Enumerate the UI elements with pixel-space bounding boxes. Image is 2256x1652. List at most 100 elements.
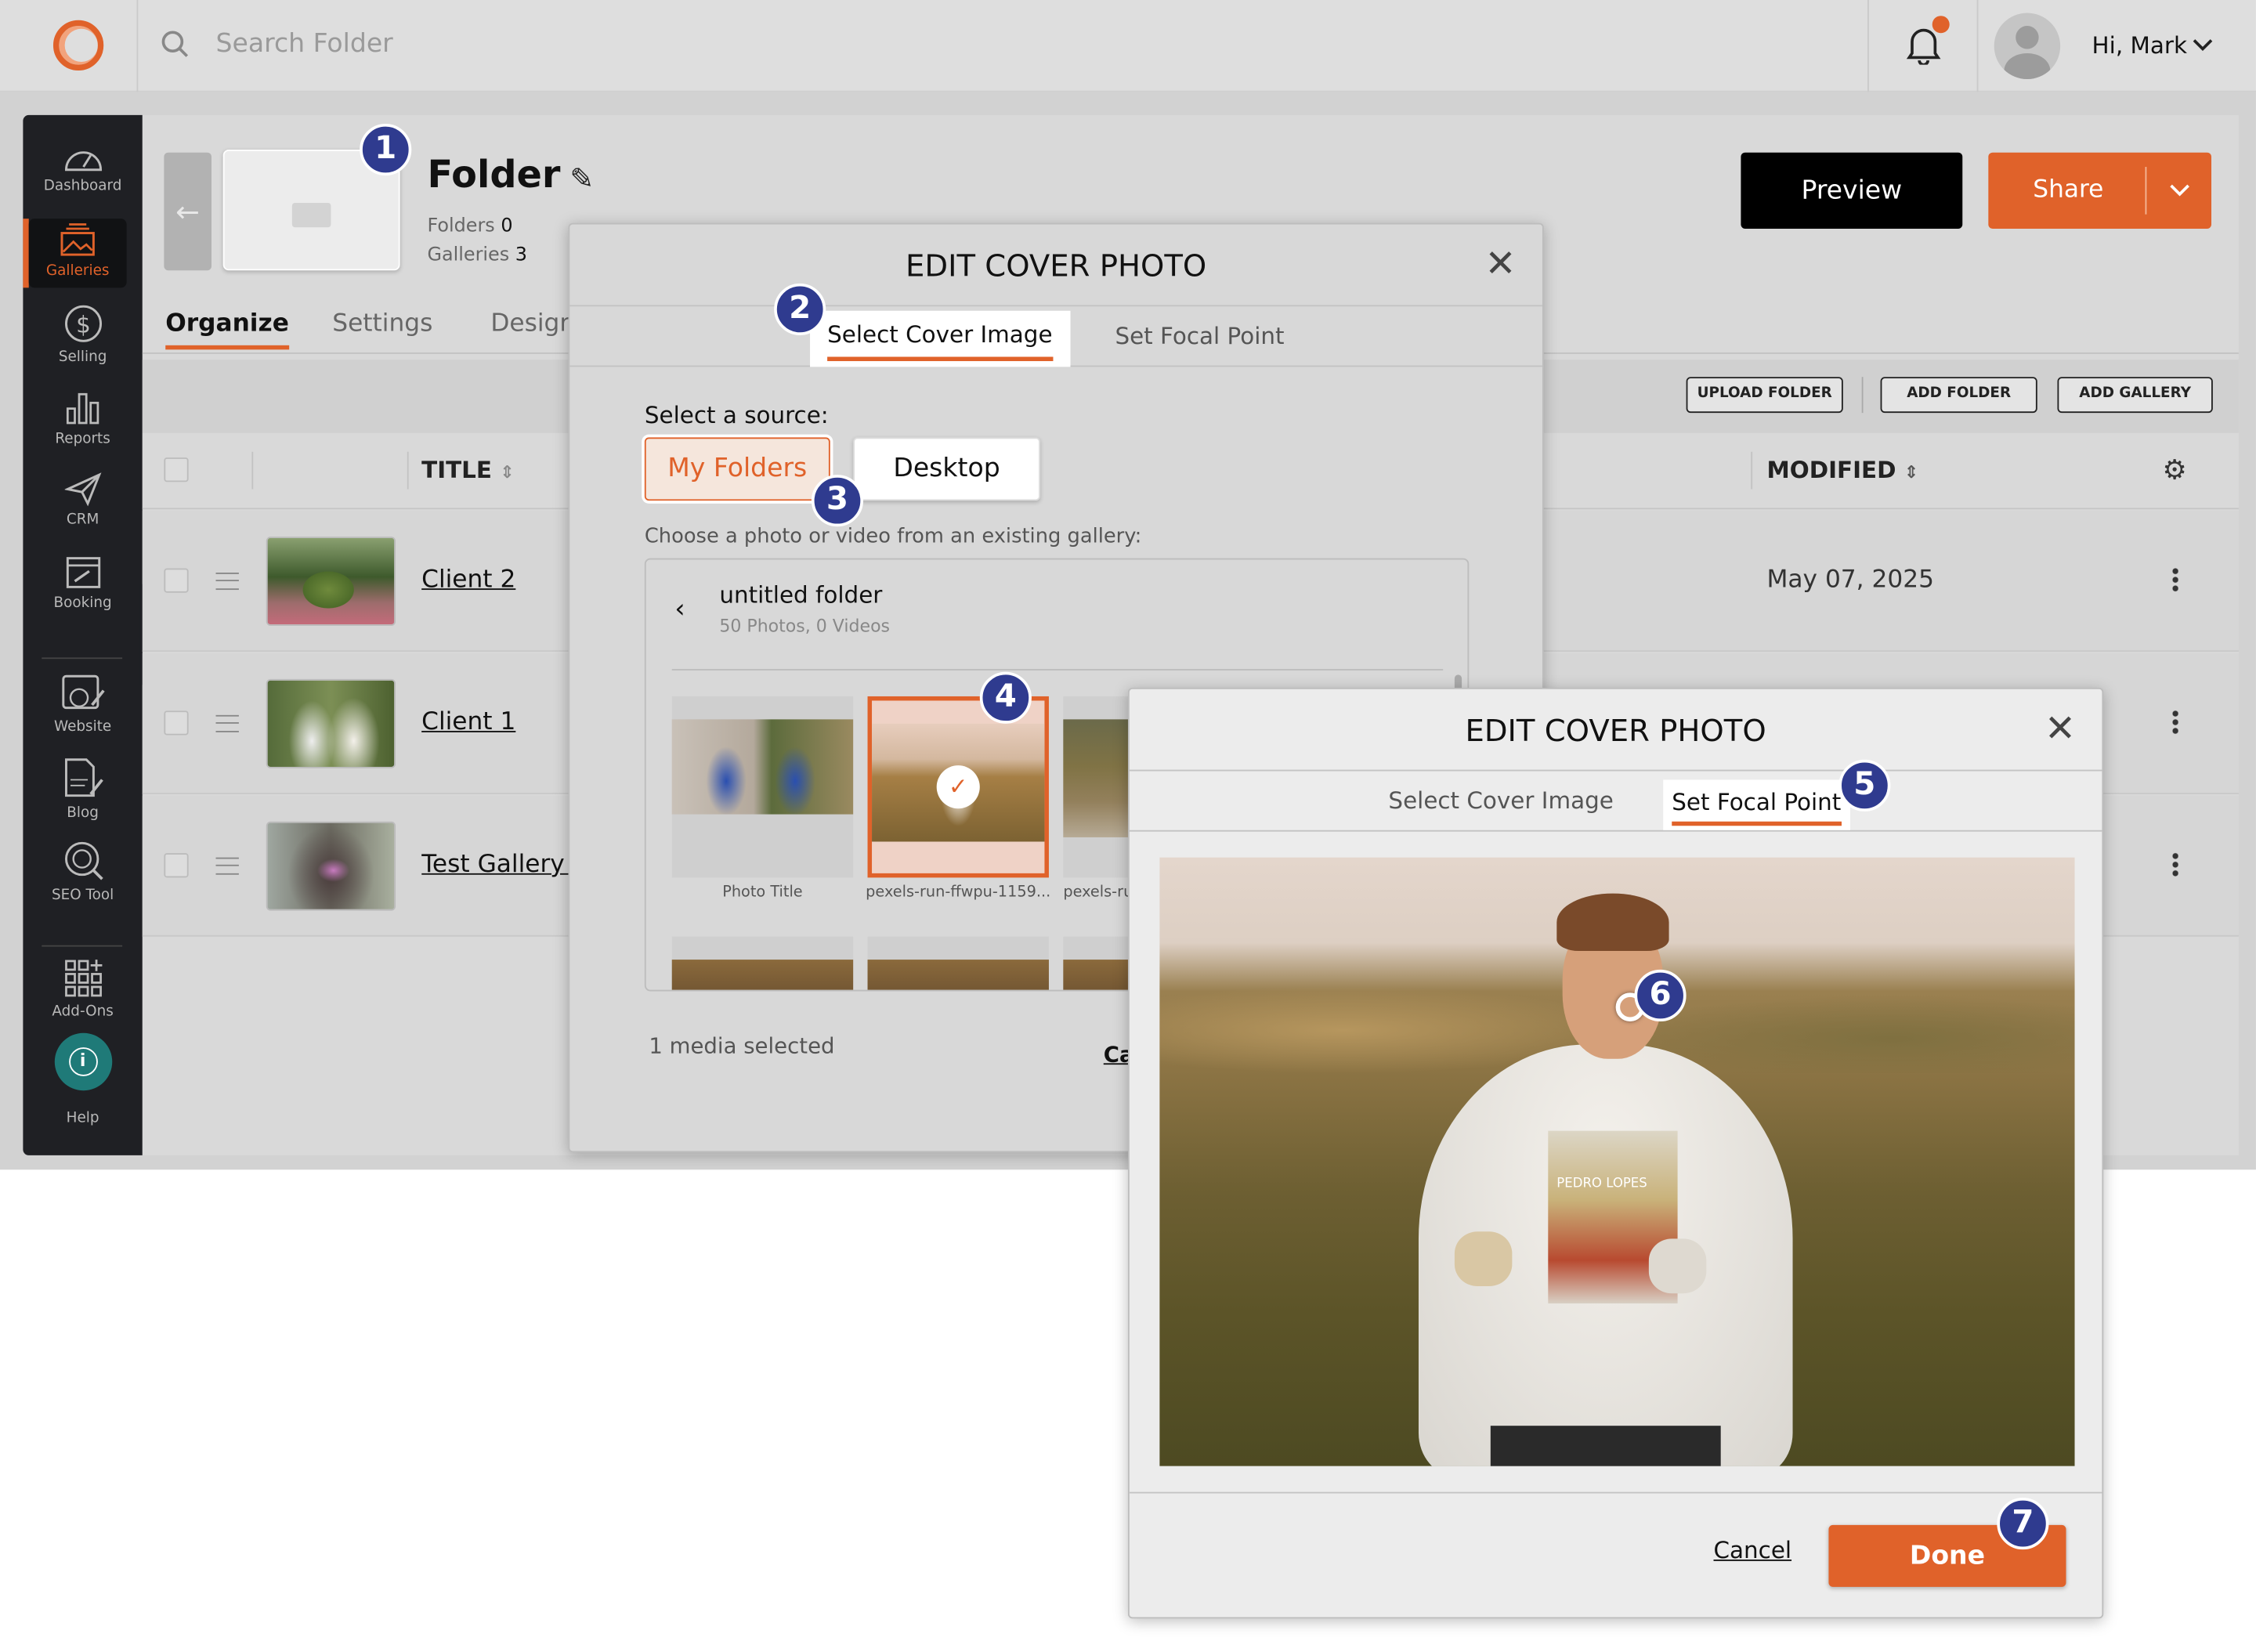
search-icon — [161, 31, 189, 57]
add-gallery-button[interactable]: ADD GALLERY — [2057, 377, 2213, 414]
sidebar: Dashboard Galleries $ Selling Reports CRM… — [23, 114, 143, 1155]
divider — [42, 657, 123, 660]
sidebar-label: SEO Tool — [51, 887, 114, 904]
drag-handle-icon[interactable] — [215, 714, 239, 732]
step-badge-4: 4 — [979, 671, 1032, 724]
galleries-count: Galleries 3 — [427, 244, 527, 266]
gallery-title-link[interactable]: Client 1 — [421, 708, 515, 737]
sidebar-item-booking[interactable]: Booking — [23, 552, 142, 612]
gear-icon[interactable]: ⚙ — [2163, 454, 2187, 486]
tab-settings[interactable]: Settings — [332, 309, 432, 338]
folders-count: Folders 0 — [427, 216, 512, 238]
media-selected-count: 1 media selected — [649, 1032, 835, 1059]
sidebar-label: Selling — [58, 349, 107, 366]
choose-label: Choose a photo or video from an existing… — [644, 525, 1142, 548]
upload-folder-button[interactable]: UPLOAD FOLDER — [1686, 377, 1843, 414]
reports-icon — [66, 392, 99, 425]
row-menu-icon[interactable] — [2172, 566, 2178, 593]
blog-icon — [64, 758, 103, 797]
source-label: Select a source: — [644, 401, 829, 429]
photo-thumbnail-selected[interactable]: ✓ — [867, 696, 1049, 878]
sidebar-item-dashboard[interactable]: Dashboard — [23, 141, 142, 194]
row-checkbox[interactable] — [164, 710, 189, 736]
dollar-icon: $ — [64, 305, 102, 342]
sidebar-item-blog[interactable]: Blog — [23, 757, 142, 822]
page-title: Folder — [427, 154, 561, 197]
svg-text:$: $ — [75, 311, 90, 338]
tab-design[interactable]: Design — [490, 309, 568, 338]
active-indicator — [23, 219, 29, 288]
dashboard-icon — [64, 151, 102, 172]
sidebar-label: Dashboard — [43, 178, 122, 194]
modified-date: May 07, 2025 — [1766, 565, 1935, 595]
drag-handle-icon[interactable] — [215, 573, 239, 591]
label: Folders — [427, 215, 495, 238]
column-modified-header[interactable]: MODIFIED ⇕ — [1766, 456, 1918, 483]
close-icon[interactable]: ✕ — [1484, 246, 1516, 284]
share-button[interactable]: Share — [1988, 152, 2212, 230]
divider — [2145, 167, 2147, 215]
back-button[interactable]: ← — [164, 152, 212, 271]
edit-title-pencil-icon[interactable]: ✎ — [569, 161, 594, 196]
row-menu-icon[interactable] — [2172, 851, 2178, 878]
step-badge-2: 2 — [774, 283, 826, 335]
step-badge-6: 6 — [1634, 969, 1687, 1022]
step-badge-5: 5 — [1838, 759, 1891, 812]
drag-handle-icon[interactable] — [215, 857, 239, 875]
row-menu-icon[interactable] — [2172, 709, 2178, 736]
my-folders-button[interactable]: My Folders — [644, 437, 830, 501]
preview-button[interactable]: Preview — [1741, 152, 1963, 230]
search-input[interactable]: Search Folder — [216, 29, 393, 60]
avatar[interactable] — [1994, 13, 2061, 80]
photo-thumbnail[interactable] — [671, 696, 854, 878]
column-title-header[interactable]: TITLE ⇕ — [421, 456, 515, 483]
user-greeting[interactable]: Hi, Mark — [2092, 31, 2187, 59]
sidebar-label: Website — [53, 719, 112, 736]
folder-back-chevron-icon[interactable]: ‹ — [674, 595, 685, 625]
desktop-button[interactable]: Desktop — [853, 437, 1040, 501]
chevron-down-icon[interactable] — [2170, 184, 2190, 197]
tab-label: Select Cover Image — [827, 321, 1053, 362]
gallery-thumbnail[interactable] — [266, 821, 396, 911]
add-folder-button[interactable]: ADD FOLDER — [1880, 377, 2037, 414]
sidebar-item-add-ons[interactable]: Add-Ons — [23, 958, 142, 1020]
sidebar-item-reports[interactable]: Reports — [23, 389, 142, 447]
sidebar-item-seo-tool[interactable]: SEO Tool — [23, 839, 142, 904]
logo[interactable] — [52, 20, 104, 70]
tab-set-focal-point[interactable]: Set Focal Point — [1115, 322, 1284, 349]
gallery-thumbnail[interactable] — [266, 678, 396, 768]
tab-select-cover-image[interactable]: Select Cover Image — [1388, 787, 1613, 815]
bib-text: PEDRO LOPES — [1556, 1177, 1647, 1191]
sidebar-item-website[interactable]: Website — [23, 674, 142, 736]
tab-set-focal-point[interactable]: Set Focal Point — [1663, 779, 1850, 830]
step-badge-3: 3 — [811, 475, 864, 527]
sort-icon: ⇕ — [500, 461, 515, 483]
sidebar-item-help[interactable]: i Help — [23, 1032, 142, 1127]
gallery-title-link[interactable]: Test Gallery 1 — [421, 850, 568, 879]
close-icon[interactable]: ✕ — [2044, 710, 2076, 748]
gallery-title-link[interactable]: Client 2 — [421, 566, 515, 595]
sidebar-item-selling[interactable]: $ Selling — [23, 304, 142, 366]
galleries-icon — [60, 223, 95, 256]
tabs-divider — [1543, 352, 2239, 354]
chevron-down-icon[interactable] — [2193, 38, 2213, 52]
paper-plane-icon — [63, 472, 101, 507]
sidebar-item-galleries[interactable]: Galleries — [28, 219, 127, 288]
sidebar-label: Booking — [53, 595, 112, 612]
tab-select-cover-image[interactable]: Select Cover Image — [810, 310, 1070, 367]
value: 3 — [515, 244, 528, 266]
modal-title: EDIT COVER PHOTO — [1465, 714, 1766, 749]
seo-globe-icon — [64, 841, 103, 880]
cancel-button[interactable]: Cancel — [1714, 1537, 1792, 1564]
folder-name: untitled folder — [719, 581, 883, 609]
row-checkbox[interactable] — [164, 568, 189, 593]
calendar-icon — [65, 557, 100, 588]
check-icon: ✓ — [936, 765, 980, 809]
tab-organize[interactable]: Organize — [165, 309, 289, 350]
sidebar-label: Help — [66, 1110, 99, 1127]
focal-point-image[interactable]: PEDRO LOPES — [1159, 857, 2075, 1466]
select-all-checkbox[interactable] — [164, 457, 189, 483]
row-checkbox[interactable] — [164, 853, 189, 878]
gallery-thumbnail[interactable] — [266, 537, 396, 626]
sidebar-item-crm[interactable]: CRM — [23, 472, 142, 528]
